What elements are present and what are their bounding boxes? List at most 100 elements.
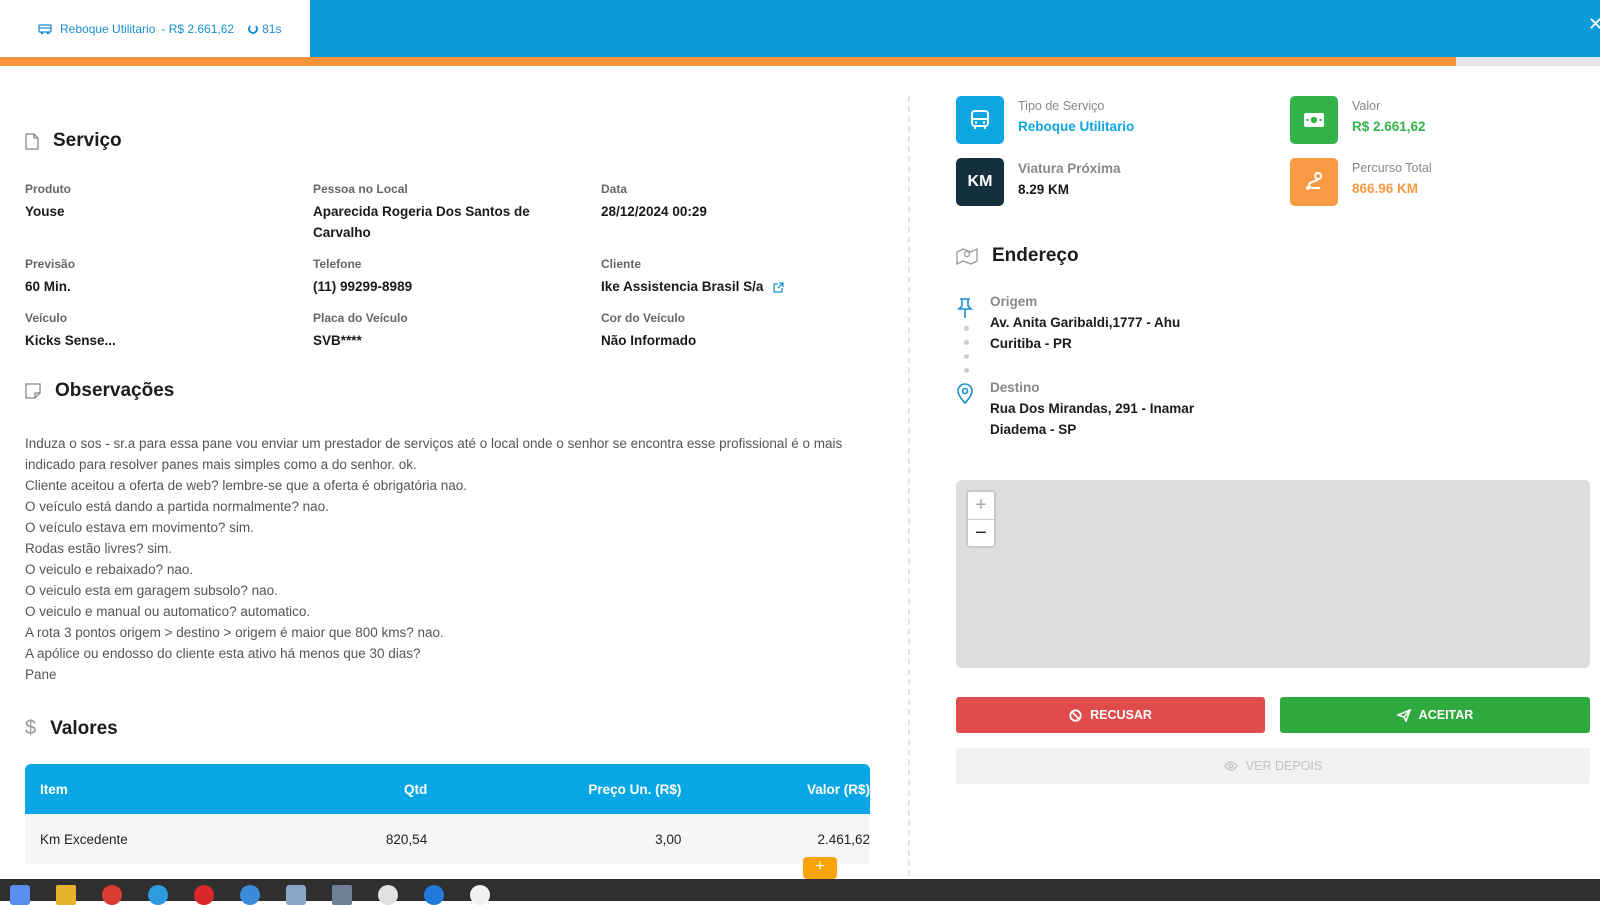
- tab-title: Reboque Utilitario: [60, 21, 156, 36]
- truck-icon: [38, 23, 52, 34]
- field-label: Pessoa no Local: [313, 182, 408, 196]
- zoom-in-button[interactable]: +: [968, 492, 994, 519]
- dollar-icon: $: [25, 717, 37, 739]
- destino-location-icon: [956, 383, 974, 410]
- origem-address: Av. Anita Garibaldi,1777 - Ahu Curitiba …: [990, 312, 1180, 354]
- field-produto: Produto Youse: [25, 182, 295, 222]
- endereco-title: Endereço: [992, 245, 1079, 266]
- cliente-link[interactable]: Ike Assistencia Brasil S/a: [601, 279, 763, 294]
- field-label: Cor do Veículo: [601, 311, 686, 325]
- obs-line: O veiculo e manual ou automatico? automa…: [25, 604, 311, 619]
- destino-line2: Diadema - SP: [990, 422, 1077, 437]
- card-valor: Valor R$ 2.661,62: [1290, 96, 1426, 144]
- card-label: Tipo de Serviço: [1018, 99, 1105, 113]
- obs-line: Cliente aceitou a oferta de web? lembre-…: [25, 478, 468, 493]
- obs-line: A rota 3 pontos origem > destino > orige…: [25, 625, 444, 640]
- card-value: 8.29 KM: [1018, 182, 1070, 197]
- field-value: 28/12/2024 00:29: [601, 204, 707, 219]
- field-cor: Cor do Veículo Não Informado: [601, 311, 871, 351]
- aceitar-button[interactable]: ACEITAR: [1280, 697, 1590, 733]
- chrome-profile-icon[interactable]: [378, 885, 398, 905]
- card-viatura: KM Viatura Próxima 8.29 KM: [956, 158, 1121, 206]
- observacoes-heading: Observações: [25, 380, 174, 402]
- timer-spinner-icon: [248, 23, 259, 34]
- note-icon: [25, 383, 41, 399]
- field-value: Aparecida Rogeria Dos Santos de Carvalho: [313, 204, 530, 240]
- field-value: Não Informado: [601, 333, 697, 348]
- external-link-icon[interactable]: [773, 282, 784, 293]
- card-label: Valor: [1352, 99, 1381, 113]
- map-zoom-control: + −: [966, 490, 996, 548]
- field-label: Data: [601, 182, 628, 196]
- card-value: R$ 2.661,62: [1352, 119, 1426, 134]
- recusar-label: RECUSAR: [1090, 708, 1152, 722]
- card-value: 866.96 KM: [1352, 181, 1419, 196]
- destino-line1: Rua Dos Mirandas, 291 - Inamar: [990, 401, 1195, 416]
- origem-pin-icon: [956, 297, 974, 324]
- field-pessoa-local: Pessoa no Local Aparecida Rogeria Dos Sa…: [313, 182, 583, 243]
- bus-icon: [956, 96, 1004, 144]
- obs-line: O veículo estava em movimento? sim.: [25, 520, 254, 535]
- add-item-button[interactable]: +: [803, 857, 837, 879]
- opera-icon[interactable]: [194, 885, 214, 905]
- destino-label: Destino: [990, 380, 1040, 395]
- app-blue-icon[interactable]: [424, 885, 444, 905]
- app-icon[interactable]: [286, 885, 306, 905]
- route-icon: [1290, 158, 1338, 206]
- edge-icon[interactable]: [148, 885, 168, 905]
- route-dots: [964, 326, 969, 373]
- origem-line1: Av. Anita Garibaldi,1777 - Ahu: [990, 315, 1181, 330]
- file-explorer-icon[interactable]: [56, 885, 76, 905]
- tab-price: - R$ 2.661,62: [161, 21, 235, 36]
- obs-line: Rodas estão livres? sim.: [25, 541, 173, 556]
- cell-item: Km Excedente: [40, 831, 128, 847]
- observacoes-title: Observações: [55, 380, 175, 401]
- field-placa: Placa do Veículo SVB****: [313, 311, 583, 351]
- column-divider: [908, 96, 910, 876]
- card-label: Viatura Próxima: [1018, 161, 1121, 176]
- chrome-icon[interactable]: [102, 885, 122, 905]
- cell-preco: 3,00: [655, 831, 682, 847]
- endereco-heading: Endereço: [956, 245, 1079, 267]
- send-icon: [1396, 708, 1411, 722]
- field-data: Data 28/12/2024 00:29: [601, 182, 871, 222]
- field-label: Cliente: [601, 257, 642, 271]
- cell-valor: 2.461,62: [817, 831, 870, 847]
- whatsapp-icon[interactable]: [470, 885, 490, 905]
- obs-line: O veiculo e rebaixado? nao.: [25, 562, 194, 577]
- route-map[interactable]: + −: [956, 480, 1590, 668]
- zoom-out-button[interactable]: −: [968, 519, 994, 546]
- countdown-progress-fill: [0, 57, 1456, 66]
- field-label: Placa do Veículo: [313, 311, 408, 325]
- map-icon: [956, 247, 978, 265]
- card-tipo-servico: Tipo de Serviço Reboque Utilitario: [956, 96, 1134, 144]
- calculator-icon[interactable]: [332, 885, 352, 905]
- top-bar: Reboque Utilitario - R$ 2.661,62 81s ✕: [0, 0, 1600, 57]
- browser-icon[interactable]: [240, 885, 260, 905]
- valores-title: Valores: [50, 717, 118, 739]
- start-icon[interactable]: [10, 885, 30, 905]
- countdown-progress: [0, 57, 1600, 66]
- destino-address: Rua Dos Mirandas, 291 - Inamar Diadema -…: [990, 398, 1194, 440]
- col-qtd: Qtd: [403, 781, 428, 797]
- card-label: Percurso Total: [1352, 161, 1432, 175]
- ban-icon: [1069, 708, 1082, 722]
- card-percurso: Percurso Total 866.96 KM: [1290, 158, 1432, 206]
- service-tab[interactable]: Reboque Utilitario - R$ 2.661,62 81s: [0, 0, 310, 57]
- obs-line: O veiculo esta em garagem subsolo? nao.: [25, 583, 278, 598]
- origem-line2: Curitiba - PR: [990, 336, 1072, 351]
- origem-label: Origem: [990, 294, 1038, 309]
- col-preco: Preço Un. (R$): [588, 781, 682, 797]
- os-taskbar: [0, 879, 1600, 905]
- field-label: Veículo: [25, 311, 68, 325]
- field-value: Kicks Sense...: [25, 333, 116, 348]
- obs-line: Pane: [25, 667, 57, 682]
- recusar-button[interactable]: RECUSAR: [956, 697, 1265, 733]
- close-icon[interactable]: ✕: [1588, 14, 1600, 35]
- ver-depois-label: VER DEPOIS: [1245, 759, 1323, 773]
- money-icon: [1290, 96, 1338, 144]
- servico-title: Serviço: [53, 130, 122, 151]
- obs-line: A apólice ou endosso do cliente esta ati…: [25, 646, 421, 661]
- ver-depois-button[interactable]: VER DEPOIS: [956, 748, 1590, 784]
- observacoes-text: Induza o sos - sr.a para essa pane vou e…: [25, 433, 875, 685]
